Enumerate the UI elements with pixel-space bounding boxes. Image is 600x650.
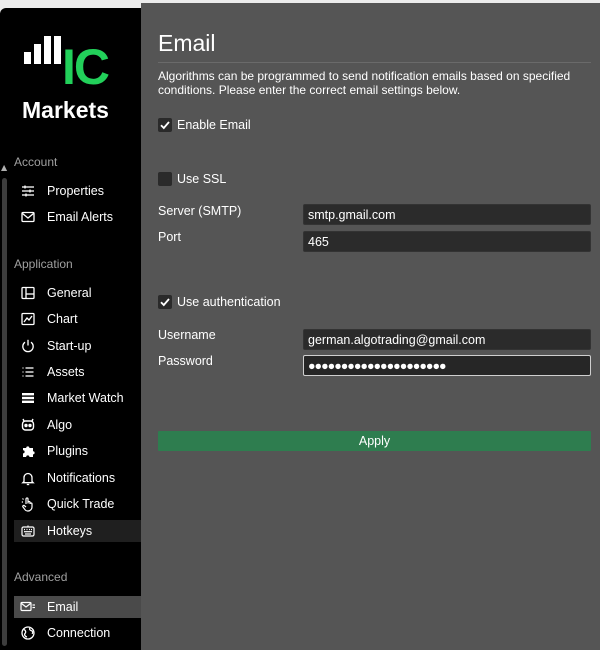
logo-brand-top: IC bbox=[62, 39, 110, 95]
bell-icon bbox=[19, 470, 37, 486]
chart-icon bbox=[19, 311, 37, 327]
section-label-advanced: Advanced bbox=[14, 570, 68, 584]
sidebar-item-label: Assets bbox=[47, 365, 85, 379]
table-icon bbox=[19, 390, 37, 406]
server-label: Server (SMTP) bbox=[158, 204, 242, 218]
use-authentication-label: Use authentication bbox=[177, 295, 281, 309]
use-authentication-checkbox[interactable] bbox=[158, 295, 172, 309]
checkmark-icon bbox=[160, 298, 170, 307]
sidebar-item-plugins[interactable]: Plugins bbox=[14, 440, 141, 462]
sidebar-item-email[interactable]: Email bbox=[14, 596, 141, 618]
settings-panel: Email Algorithms can be programmed to se… bbox=[141, 3, 600, 650]
sidebar-item-algo[interactable]: Algo bbox=[14, 414, 141, 436]
sidebar-item-label: Hotkeys bbox=[47, 524, 93, 538]
server-input[interactable] bbox=[303, 204, 591, 225]
sidebar-item-label: Email bbox=[47, 600, 79, 614]
port-label: Port bbox=[158, 230, 181, 244]
sidebar-item-market-watch[interactable]: Market Watch bbox=[14, 387, 141, 409]
title-divider bbox=[158, 62, 591, 63]
page-description: Algorithms can be programmed to send not… bbox=[158, 69, 571, 97]
enable-email-checkbox[interactable] bbox=[158, 118, 172, 132]
sidebar-item-label: Email Alerts bbox=[47, 210, 113, 224]
sidebar-item-hotkeys[interactable]: Hotkeys bbox=[14, 520, 141, 542]
hand-pointer-icon bbox=[19, 496, 37, 512]
password-label: Password bbox=[158, 354, 213, 368]
section-label-application: Application bbox=[14, 257, 73, 271]
sidebar: IC Markets ▲ Account Properties Email Al… bbox=[0, 8, 141, 650]
apply-button[interactable]: Apply bbox=[158, 431, 591, 451]
logo-brand-bottom: Markets bbox=[22, 97, 109, 123]
username-label: Username bbox=[158, 328, 216, 342]
sidebar-item-properties[interactable]: Properties bbox=[14, 180, 141, 202]
enable-email-row[interactable]: Enable Email bbox=[158, 118, 251, 132]
sidebar-item-notifications[interactable]: Notifications bbox=[14, 467, 141, 489]
password-input[interactable] bbox=[303, 355, 591, 376]
enable-email-label: Enable Email bbox=[177, 118, 251, 132]
sidebar-scrollbar[interactable] bbox=[2, 178, 7, 650]
sidebar-item-email-alerts[interactable]: Email Alerts bbox=[14, 206, 141, 228]
page-title: Email bbox=[158, 30, 216, 56]
sidebar-item-label: General bbox=[47, 286, 92, 300]
keyboard-icon bbox=[19, 523, 37, 539]
sidebar-item-label: Connection bbox=[47, 626, 111, 640]
use-authentication-row[interactable]: Use authentication bbox=[158, 295, 281, 309]
sidebar-scrollbar-thumb[interactable] bbox=[2, 178, 7, 646]
puzzle-icon bbox=[19, 443, 37, 459]
section-label-account: Account bbox=[14, 155, 58, 169]
sidebar-item-label: Algo bbox=[47, 418, 73, 432]
email-settings-icon bbox=[19, 599, 37, 615]
sidebar-item-label: Plugins bbox=[47, 444, 88, 458]
sidebar-item-label: Quick Trade bbox=[47, 497, 115, 511]
list-icon bbox=[19, 364, 37, 380]
power-icon bbox=[19, 338, 37, 354]
use-ssl-checkbox[interactable] bbox=[158, 172, 172, 186]
sidebar-item-label: Start-up bbox=[47, 339, 92, 353]
sidebar-item-label: Properties bbox=[47, 184, 104, 198]
sidebar-item-chart[interactable]: Chart bbox=[14, 308, 141, 330]
sidebar-item-label: Chart bbox=[47, 312, 78, 326]
sidebar-item-general[interactable]: General bbox=[14, 282, 141, 304]
ic-markets-logo: IC Markets bbox=[22, 36, 122, 132]
globe-icon bbox=[19, 625, 37, 641]
sidebar-item-label: Market Watch bbox=[47, 391, 124, 405]
layout-icon bbox=[19, 285, 37, 301]
use-ssl-row[interactable]: Use SSL bbox=[158, 172, 226, 186]
sidebar-item-connection[interactable]: Connection bbox=[14, 622, 141, 644]
sliders-icon bbox=[19, 183, 37, 199]
port-input[interactable] bbox=[303, 231, 591, 252]
use-ssl-label: Use SSL bbox=[177, 172, 227, 186]
checkmark-icon bbox=[160, 121, 170, 130]
scroll-up-arrow-icon[interactable]: ▲ bbox=[1, 163, 7, 172]
sidebar-item-start-up[interactable]: Start-up bbox=[14, 335, 141, 357]
username-input[interactable] bbox=[303, 329, 591, 350]
sidebar-item-label: Notifications bbox=[47, 471, 116, 485]
robot-icon bbox=[19, 417, 37, 433]
envelope-icon bbox=[19, 209, 37, 225]
sidebar-item-quick-trade[interactable]: Quick Trade bbox=[14, 493, 141, 515]
sidebar-item-assets[interactable]: Assets bbox=[14, 361, 141, 383]
